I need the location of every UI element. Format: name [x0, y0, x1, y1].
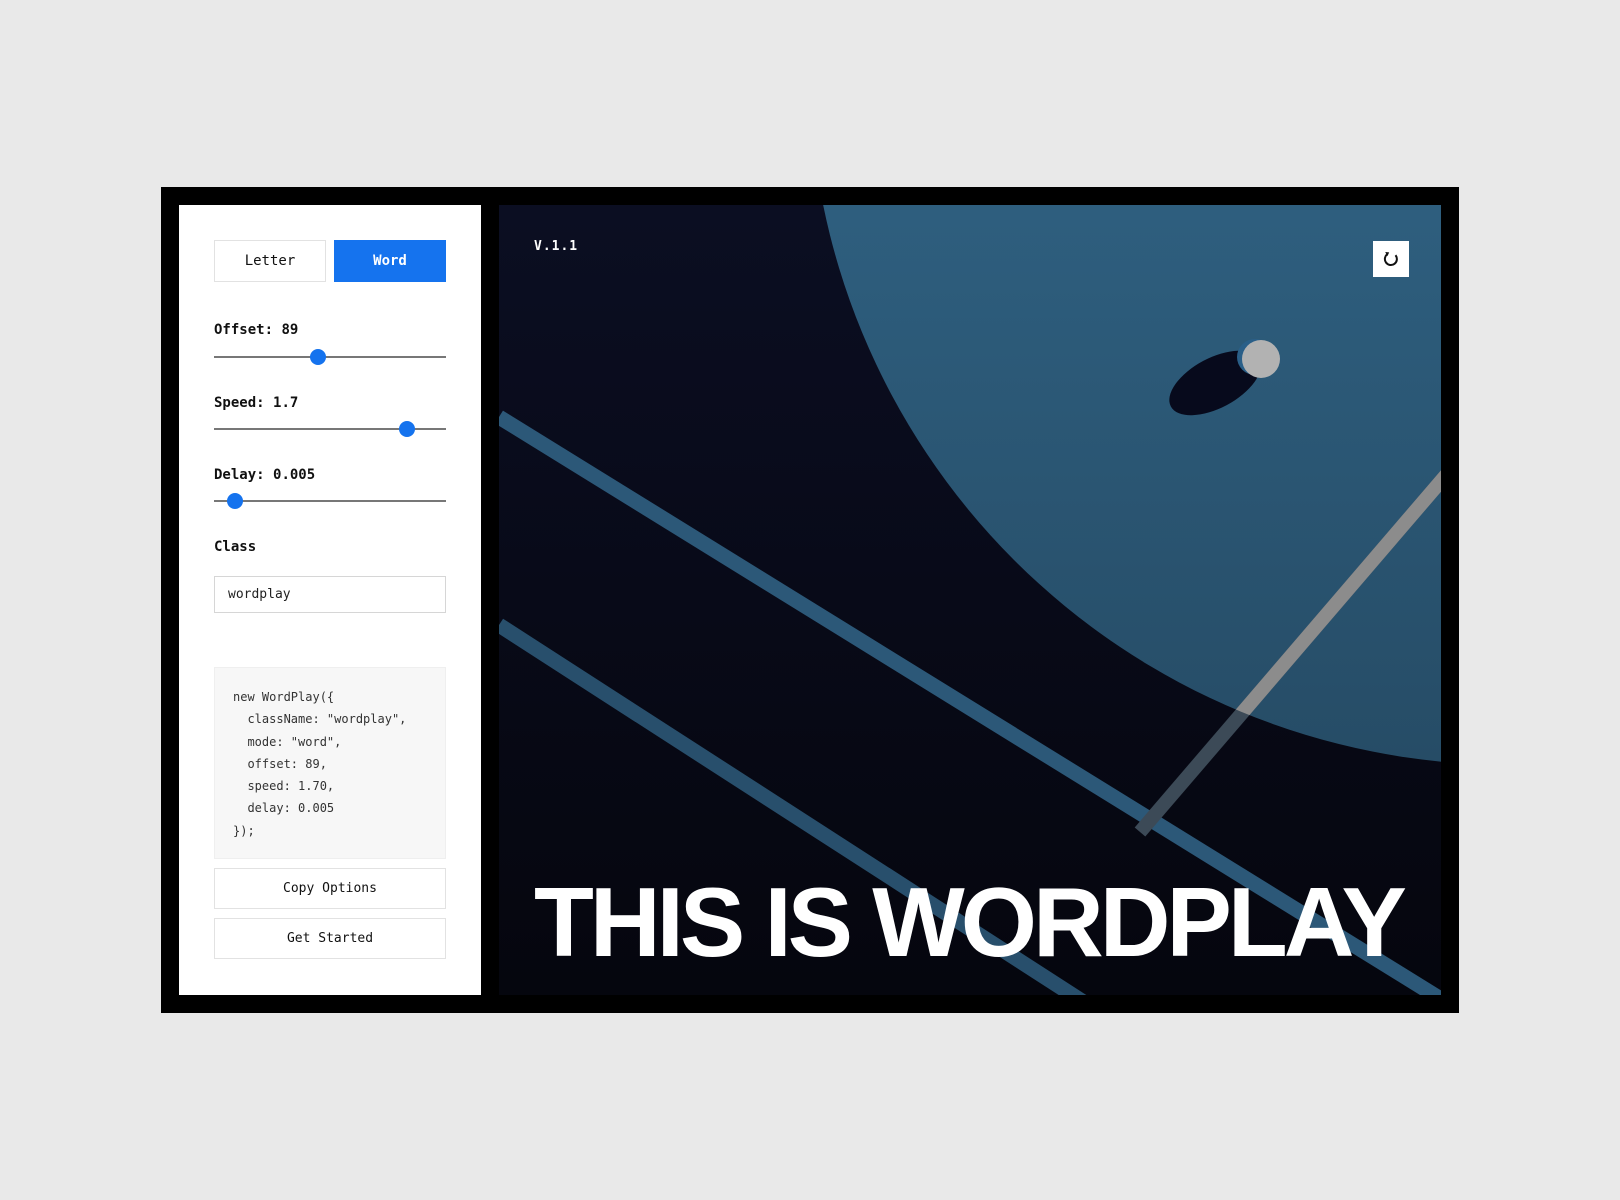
delay-slider-track	[214, 500, 446, 502]
offset-slider-track	[214, 356, 446, 358]
class-input[interactable]	[214, 576, 446, 613]
speed-slider-handle[interactable]	[398, 421, 415, 437]
offset-value: 89	[281, 322, 299, 338]
options-panel: Letter Word Offset: 89 Speed: 1.7 Delay:…	[179, 205, 481, 995]
class-label: Class	[214, 539, 257, 555]
code-line: new WordPlay({	[233, 690, 335, 704]
offset-slider-handle[interactable]	[310, 349, 327, 365]
saucer-dome	[1242, 340, 1280, 378]
delay-value: 0.005	[273, 467, 316, 483]
code-line: offset: 89,	[233, 756, 327, 771]
delay-slider-handle[interactable]	[226, 493, 243, 509]
refresh-button[interactable]	[1373, 241, 1409, 277]
speed-label: Speed: 1.7	[214, 395, 299, 411]
code-snippet: new WordPlay({ className: "wordplay", mo…	[214, 667, 446, 859]
code-line: speed: 1.70,	[233, 779, 335, 794]
speed-slider[interactable]	[214, 419, 446, 439]
code-line: });	[233, 823, 255, 838]
speed-value: 1.7	[273, 395, 299, 411]
word-mode-button[interactable]: Word	[334, 240, 446, 282]
version-label: V.1.1	[534, 239, 579, 254]
offset-slider[interactable]	[214, 347, 446, 367]
letter-mode-button[interactable]: Letter	[214, 240, 326, 282]
refresh-icon	[1383, 252, 1398, 267]
offset-label: Offset: 89	[214, 322, 299, 338]
app-frame: Letter Word Offset: 89 Speed: 1.7 Delay:…	[161, 187, 1459, 1013]
code-line: delay: 0.005	[233, 801, 335, 816]
delay-slider[interactable]	[214, 491, 446, 511]
code-line: mode: "word",	[233, 734, 342, 749]
delay-label: Delay: 0.005	[214, 467, 316, 483]
preview-stage: V.1.1 THIS IS WORDPLAY	[499, 205, 1441, 995]
code-line: className: "wordplay",	[233, 712, 407, 727]
headline: THIS IS WORDPLAY	[534, 867, 1407, 977]
copy-options-button[interactable]: Copy Options	[214, 868, 446, 909]
get-started-button[interactable]: Get Started	[214, 918, 446, 959]
